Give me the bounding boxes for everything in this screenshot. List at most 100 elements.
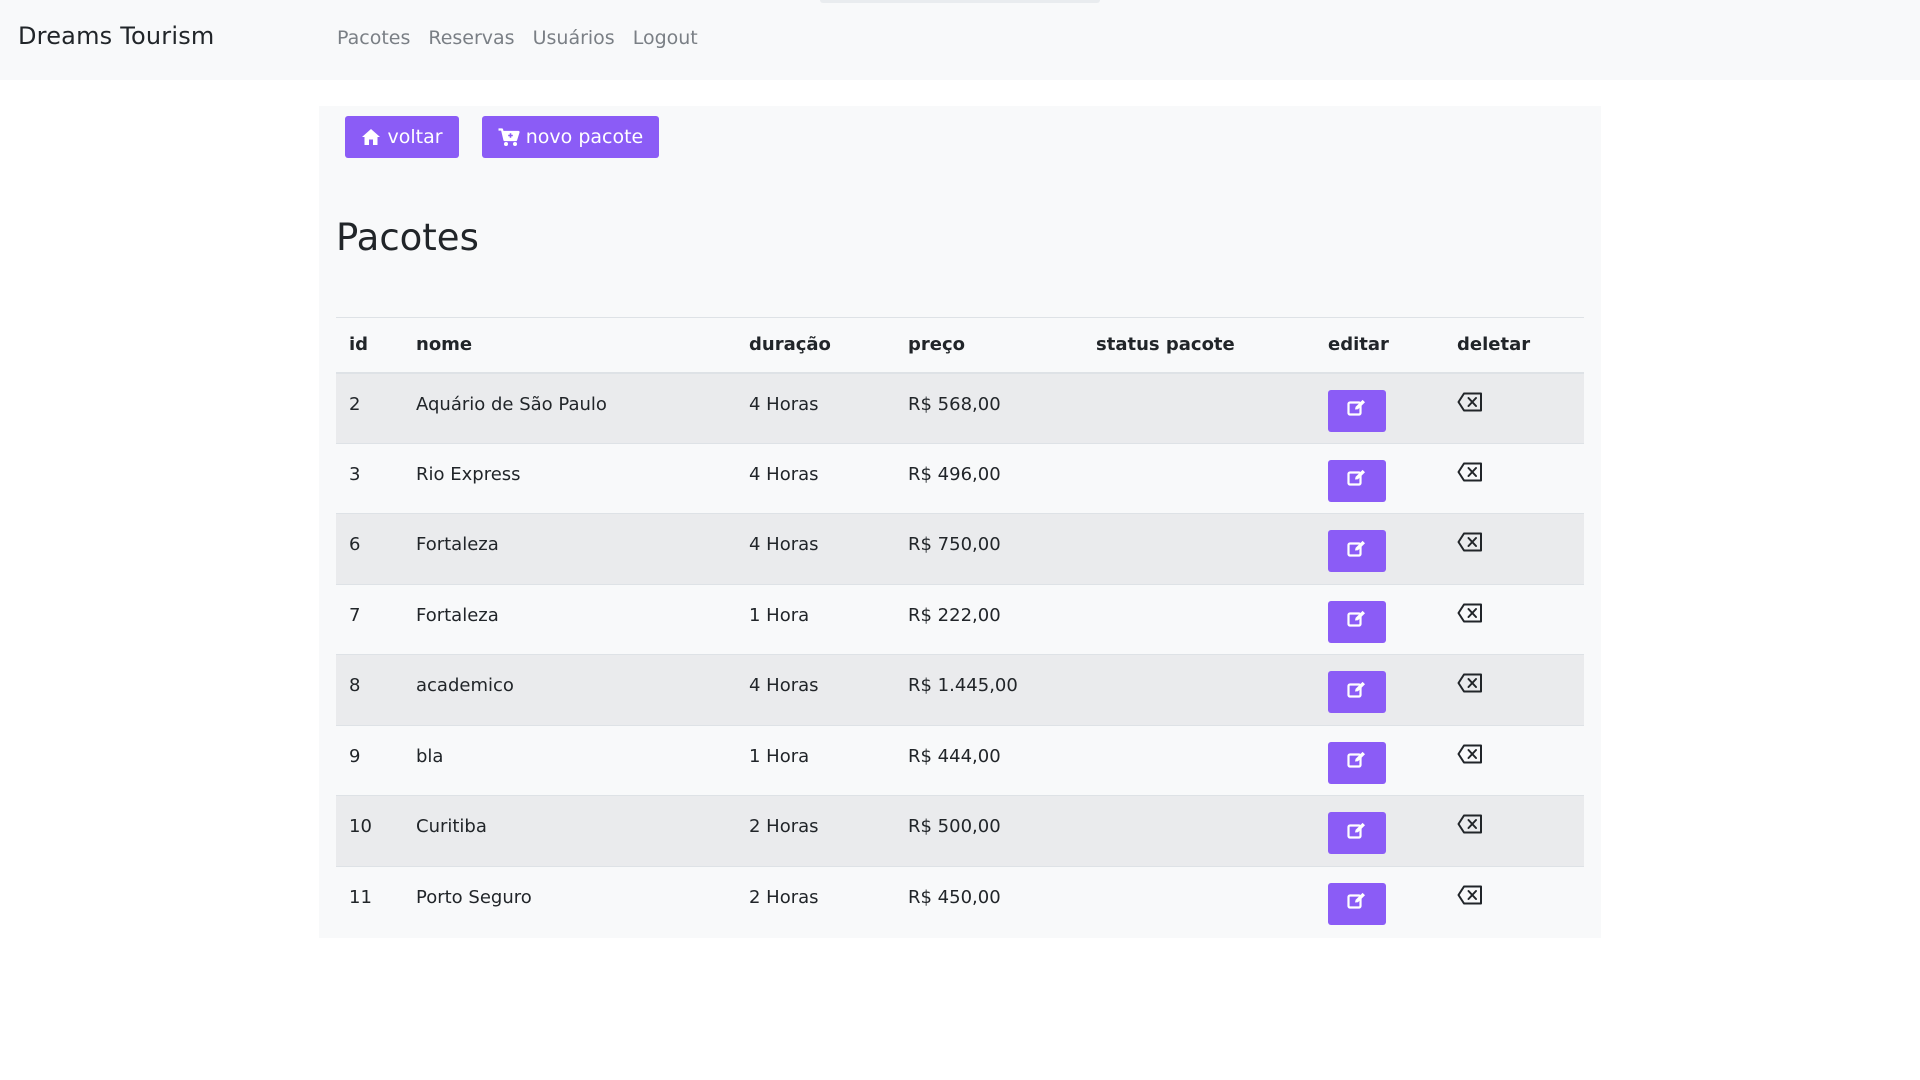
cell-nome: bla xyxy=(403,724,736,796)
table-row: 8 academico 4 Horas R$ 1.445,00 xyxy=(336,654,1584,725)
edit-button[interactable] xyxy=(1328,812,1386,854)
cell-deletar xyxy=(1444,513,1584,584)
main-container: voltar novo pacote Pacotes id nome duraç… xyxy=(319,106,1601,938)
cell-id: 2 xyxy=(336,372,403,443)
table-row: 10 Curitiba 2 Horas R$ 500,00 xyxy=(336,795,1584,866)
cell-deletar xyxy=(1444,865,1584,937)
cell-deletar xyxy=(1444,372,1584,443)
cell-editar xyxy=(1315,442,1444,514)
cell-status-pacote xyxy=(1083,442,1315,514)
header-nome: nome xyxy=(403,317,736,374)
header-duracao: duração xyxy=(736,317,895,374)
table-row: 3 Rio Express 4 Horas R$ 496,00 xyxy=(336,442,1584,514)
table-header-row: id nome duração preço status pacote edit… xyxy=(336,317,1584,374)
backspace-icon[interactable] xyxy=(1457,885,1483,910)
cell-status-pacote xyxy=(1083,865,1315,937)
cell-preco: R$ 1.445,00 xyxy=(895,654,1083,725)
backspace-icon[interactable] xyxy=(1457,603,1483,628)
edit-icon xyxy=(1347,751,1367,774)
cell-status-pacote xyxy=(1083,372,1315,443)
edit-button[interactable] xyxy=(1328,741,1386,784)
backspace-icon[interactable] xyxy=(1457,673,1483,698)
cell-editar xyxy=(1315,865,1444,937)
cell-deletar xyxy=(1444,442,1584,514)
table-row: 2 Aquário de São Paulo 4 Horas R$ 568,00 xyxy=(336,372,1584,443)
cell-status-pacote xyxy=(1083,654,1315,725)
cell-duracao: 4 Horas xyxy=(736,442,895,514)
cell-nome: academico xyxy=(403,654,736,725)
backspace-icon[interactable] xyxy=(1457,532,1483,557)
cell-nome: Curitiba xyxy=(403,795,736,866)
edit-icon xyxy=(1347,469,1367,492)
cell-preco: R$ 500,00 xyxy=(895,795,1083,866)
cell-id: 9 xyxy=(336,724,403,796)
cell-id: 6 xyxy=(336,513,403,584)
nav-link-usuarios[interactable]: Usuários xyxy=(533,27,615,49)
cell-id: 10 xyxy=(336,795,403,866)
edit-icon xyxy=(1347,610,1367,633)
cell-duracao: 4 Horas xyxy=(736,372,895,443)
cell-editar xyxy=(1315,372,1444,443)
table-row: 11 Porto Seguro 2 Horas R$ 450,00 xyxy=(336,865,1584,937)
table-row: 6 Fortaleza 4 Horas R$ 750,00 xyxy=(336,513,1584,584)
cell-deletar xyxy=(1444,795,1584,866)
cell-editar xyxy=(1315,724,1444,796)
cell-deletar xyxy=(1444,654,1584,725)
cell-id: 11 xyxy=(336,865,403,937)
voltar-label: voltar xyxy=(387,126,443,148)
edit-icon xyxy=(1347,892,1367,915)
cell-duracao: 4 Horas xyxy=(736,654,895,725)
backspace-icon[interactable] xyxy=(1457,744,1483,769)
header-status-pacote: status pacote xyxy=(1083,317,1315,374)
table-row: 7 Fortaleza 1 Hora R$ 222,00 xyxy=(336,583,1584,655)
edit-icon xyxy=(1347,399,1367,422)
edit-button[interactable] xyxy=(1328,389,1386,432)
cell-preco: R$ 568,00 xyxy=(895,372,1083,443)
cell-preco: R$ 496,00 xyxy=(895,442,1083,514)
edit-button[interactable] xyxy=(1328,600,1386,643)
cell-id: 8 xyxy=(336,654,403,725)
nav-link-logout[interactable]: Logout xyxy=(633,27,698,49)
cell-duracao: 2 Horas xyxy=(736,865,895,937)
header-preco: preço xyxy=(895,317,1083,374)
pacotes-table: id nome duração preço status pacote edit… xyxy=(336,317,1584,937)
cell-status-pacote xyxy=(1083,724,1315,796)
header-editar: editar xyxy=(1315,317,1444,374)
nav-link-pacotes[interactable]: Pacotes xyxy=(337,27,410,49)
novo-pacote-label: novo pacote xyxy=(525,126,644,148)
novo-pacote-button[interactable]: novo pacote xyxy=(482,116,659,158)
edit-icon xyxy=(1347,540,1367,563)
cell-duracao: 1 Hora xyxy=(736,724,895,796)
cell-editar xyxy=(1315,795,1444,866)
backspace-icon[interactable] xyxy=(1457,392,1483,417)
home-icon xyxy=(361,128,381,146)
cell-editar xyxy=(1315,513,1444,584)
cell-duracao: 1 Hora xyxy=(736,583,895,655)
edit-icon xyxy=(1347,822,1367,845)
cell-preco: R$ 222,00 xyxy=(895,583,1083,655)
cell-id: 7 xyxy=(336,583,403,655)
cell-id: 3 xyxy=(336,442,403,514)
cell-nome: Fortaleza xyxy=(403,513,736,584)
cell-preco: R$ 444,00 xyxy=(895,724,1083,796)
cell-status-pacote xyxy=(1083,513,1315,584)
cell-preco: R$ 450,00 xyxy=(895,865,1083,937)
cell-duracao: 2 Horas xyxy=(736,795,895,866)
backspace-icon[interactable] xyxy=(1457,462,1483,487)
backspace-icon[interactable] xyxy=(1457,814,1483,839)
edit-button[interactable] xyxy=(1328,671,1386,713)
cell-nome: Fortaleza xyxy=(403,583,736,655)
cell-editar xyxy=(1315,654,1444,725)
cell-status-pacote xyxy=(1083,583,1315,655)
cell-deletar xyxy=(1444,724,1584,796)
nav-link-reservas[interactable]: Reservas xyxy=(428,27,514,49)
brand-logo-text[interactable]: Dreams Tourism xyxy=(18,22,215,50)
voltar-button[interactable]: voltar xyxy=(345,116,459,158)
table-row: 9 bla 1 Hora R$ 444,00 xyxy=(336,724,1584,796)
cell-preco: R$ 750,00 xyxy=(895,513,1083,584)
cell-status-pacote xyxy=(1083,795,1315,866)
edit-button[interactable] xyxy=(1328,530,1386,572)
edit-button[interactable] xyxy=(1328,459,1386,502)
cell-deletar xyxy=(1444,583,1584,655)
edit-button[interactable] xyxy=(1328,882,1386,925)
